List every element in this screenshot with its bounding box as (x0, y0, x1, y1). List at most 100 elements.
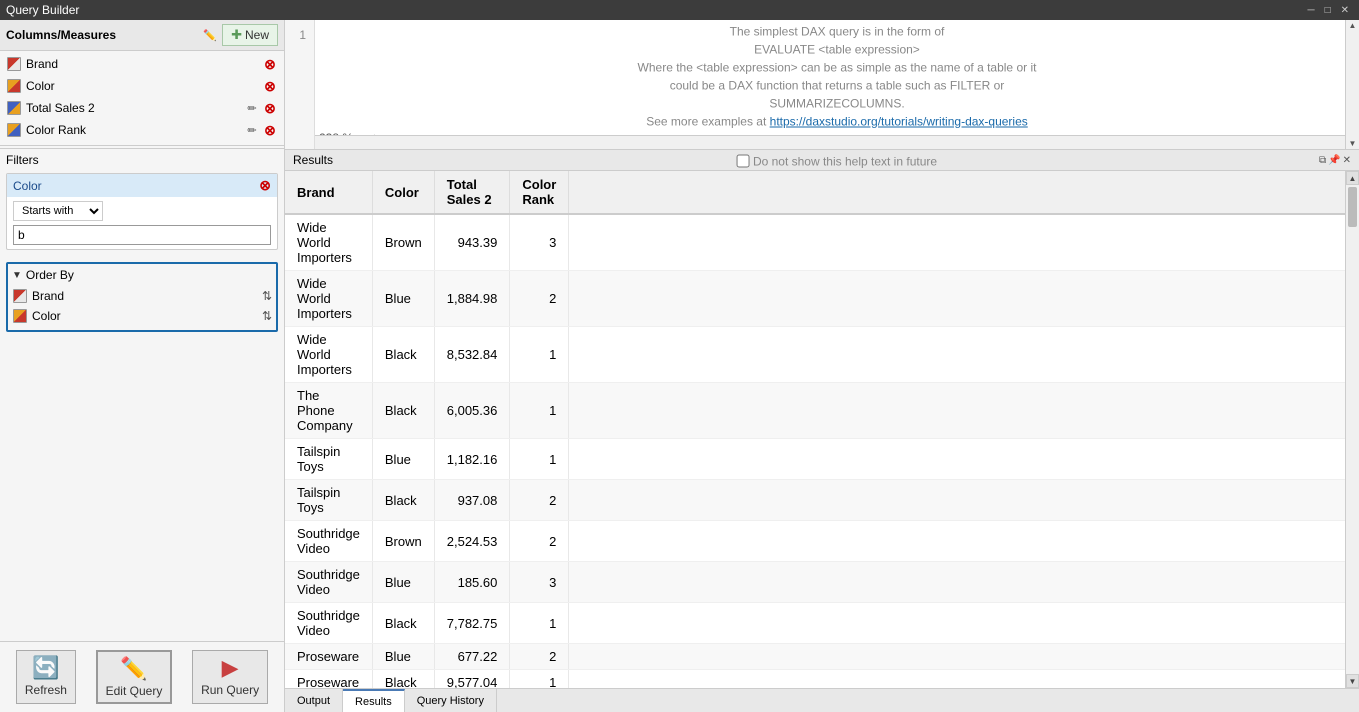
table-row: The Phone Company Black 6,005.36 1 (285, 383, 1359, 439)
order-sort-color-button[interactable]: ⇅ (262, 309, 272, 323)
cell-total-sales: 1,884.98 (434, 271, 510, 327)
order-name-brand: Brand (32, 289, 258, 303)
cell-color: Blue (372, 271, 434, 327)
tab-query-history[interactable]: Query History (405, 689, 497, 712)
table-scroll-down-button[interactable]: ▼ (1346, 674, 1359, 688)
cell-total-sales: 9,577.04 (434, 670, 510, 689)
query-scroll-up-button[interactable]: ▲ (1348, 20, 1358, 31)
brand-col-icon (6, 56, 22, 72)
results-table: Brand Color Total Sales 2 Color Rank Wid… (285, 171, 1359, 688)
query-editor: 1 Start by typing your query in this are… (285, 20, 1359, 150)
remove-color-button[interactable]: ⊗ (262, 78, 278, 94)
run-query-icon: ▶ (222, 655, 239, 681)
edit-query-label: Edit Query (106, 684, 163, 698)
cell-color: Black (372, 327, 434, 383)
order-brand-icon (12, 288, 28, 304)
table-row: Wide World Importers Blue 1,884.98 2 (285, 271, 1359, 327)
cell-brand: Proseware (285, 644, 372, 670)
hint-checkbox-row: Do not show this help text in future (638, 152, 1037, 170)
edit-query-button[interactable]: ✏️ Edit Query (96, 650, 173, 704)
plus-icon: ✚ (231, 27, 242, 43)
remove-total-sales-button[interactable]: ⊗ (262, 100, 278, 116)
edit-columns-icon[interactable]: ✏️ (202, 28, 218, 43)
right-panel: 1 Start by typing your query in this are… (285, 20, 1359, 712)
table-scroll-thumb[interactable] (1348, 187, 1357, 227)
minimize-button[interactable]: ─ (1303, 5, 1318, 16)
filter-value-input[interactable] (13, 225, 271, 245)
table-row: Tailspin Toys Blue 1,182.16 1 (285, 439, 1359, 480)
table-row: Wide World Importers Brown 943.39 3 (285, 214, 1359, 271)
line-number-1: 1 (293, 28, 306, 42)
app-container: Query Builder ─ □ ✕ Columns/Measures ✏️ … (0, 0, 1359, 712)
cell-color-rank: 3 (510, 562, 569, 603)
tab-bar: Output Results Query History (285, 688, 1359, 712)
line-numbers: 1 (285, 20, 315, 149)
order-sort-brand-button[interactable]: ⇅ (262, 289, 272, 303)
cell-extra (569, 644, 1359, 670)
header-color-rank: Color Rank (510, 171, 569, 214)
new-button[interactable]: ✚ New (222, 24, 278, 46)
cell-extra (569, 271, 1359, 327)
cell-brand: The Phone Company (285, 383, 372, 439)
hint-link[interactable]: https://daxstudio.org/tutorials/writing-… (770, 114, 1028, 128)
cell-extra (569, 670, 1359, 689)
order-by-header[interactable]: ▼ Order By (12, 268, 272, 282)
new-label: New (245, 28, 269, 42)
cell-total-sales: 6,005.36 (434, 383, 510, 439)
bottom-buttons: 🔄 Refresh ✏️ Edit Query ▶ Run Query (0, 641, 284, 712)
run-query-button[interactable]: ▶ Run Query (192, 650, 268, 704)
restore-button[interactable]: □ (1321, 5, 1335, 16)
filter-condition-select[interactable]: Starts with Contains Equals Ends with (13, 201, 103, 221)
results-close-button[interactable]: ✕ (1343, 155, 1351, 166)
edit-total-sales-button[interactable]: ✏ (244, 100, 260, 116)
results-panel-title: Results (293, 153, 333, 167)
results-float-button[interactable]: ⧉ (1319, 155, 1326, 166)
table-row: Wide World Importers Black 8,532.84 1 (285, 327, 1359, 383)
query-content[interactable]: Start by typing your query in this area.… (315, 20, 1359, 149)
cell-extra (569, 327, 1359, 383)
column-name-total-sales: Total Sales 2 (26, 101, 240, 115)
remove-color-rank-button[interactable]: ⊗ (262, 122, 278, 138)
divider-1 (0, 145, 284, 146)
query-scrollbar-bottom[interactable] (315, 135, 1345, 149)
hint-checkbox-label: Do not show this help text in future (753, 152, 937, 170)
cell-total-sales: 943.39 (434, 214, 510, 271)
results-area: Results ⧉ 📌 ✕ Brand Color T (285, 150, 1359, 712)
tab-results[interactable]: Results (343, 689, 405, 712)
cell-brand: Tailspin Toys (285, 480, 372, 521)
cell-brand: Wide World Importers (285, 271, 372, 327)
cell-extra (569, 521, 1359, 562)
hint-line6: See more examples at (646, 114, 766, 128)
refresh-button[interactable]: 🔄 Refresh (16, 650, 76, 704)
order-item-color: Color ⇅ (12, 306, 272, 326)
results-pin-button[interactable]: 📌 (1328, 155, 1340, 166)
total-sales-col-actions: ✏ ⊗ (244, 100, 278, 116)
table-row: Tailspin Toys Black 937.08 2 (285, 480, 1359, 521)
color-rank-col-actions: ✏ ⊗ (244, 122, 278, 138)
query-scroll-down-button[interactable]: ▼ (1348, 138, 1358, 149)
cell-color: Blue (372, 439, 434, 480)
hint-checkbox[interactable] (737, 155, 750, 168)
tab-output[interactable]: Output (285, 689, 343, 712)
cell-extra (569, 214, 1359, 271)
filter-remove-color-button[interactable]: ⊗ (259, 177, 271, 194)
cell-color: Black (372, 670, 434, 689)
results-table-head: Brand Color Total Sales 2 Color Rank (285, 171, 1359, 214)
columns-header: Columns/Measures ✏️ ✚ New (0, 20, 284, 51)
app-title: Query Builder (6, 3, 79, 17)
cell-extra (569, 383, 1359, 439)
header-color: Color (372, 171, 434, 214)
order-by-chevron-icon: ▼ (12, 270, 22, 281)
cell-brand: Southridge Video (285, 562, 372, 603)
run-query-label: Run Query (201, 683, 259, 697)
edit-query-icon: ✏️ (120, 656, 147, 682)
edit-color-rank-button[interactable]: ✏ (244, 122, 260, 138)
cell-brand: Southridge Video (285, 521, 372, 562)
order-by-title: Order By (26, 268, 74, 282)
table-row: Southridge Video Brown 2,524.53 2 (285, 521, 1359, 562)
remove-brand-button[interactable]: ⊗ (262, 56, 278, 72)
table-scroll-up-button[interactable]: ▲ (1346, 171, 1359, 185)
order-name-color: Color (32, 309, 258, 323)
hint-line1: The simplest DAX query is in the form of (638, 22, 1037, 40)
close-button[interactable]: ✕ (1337, 5, 1353, 16)
